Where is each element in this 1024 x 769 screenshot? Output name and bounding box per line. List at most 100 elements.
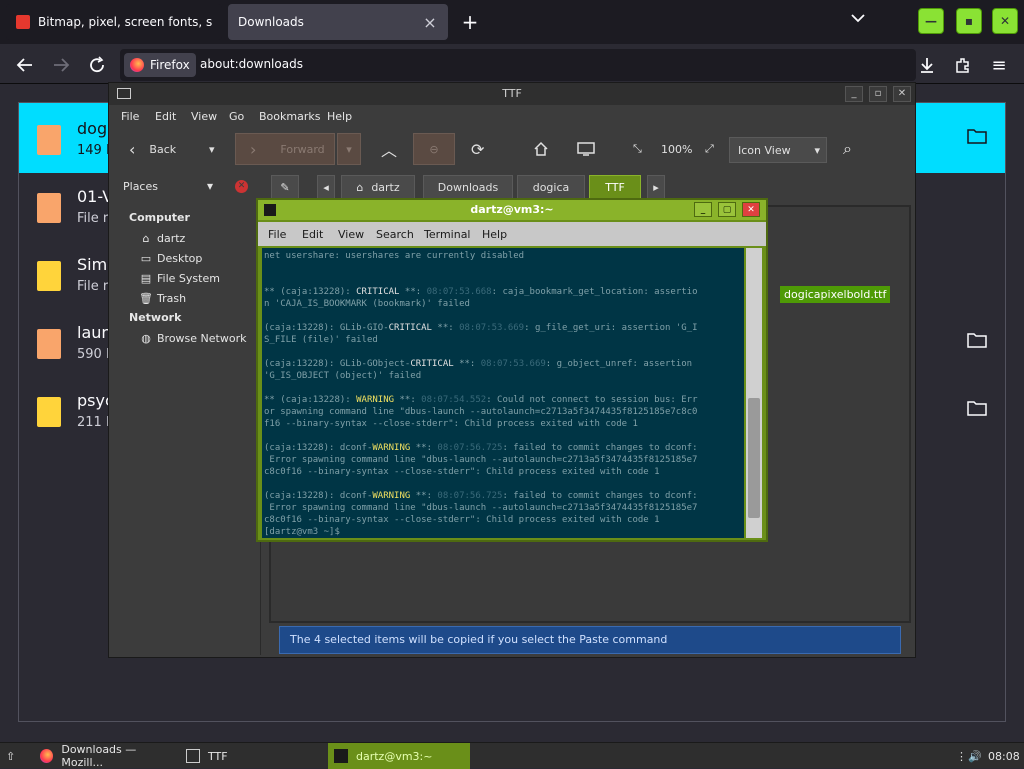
clock[interactable]: 08:08 <box>982 743 1022 769</box>
zoom-out-icon[interactable]: ⤡ <box>633 133 642 165</box>
menu-bookmarks[interactable]: Bookmarks <box>259 110 320 123</box>
tab-downloads[interactable]: Downloads × <box>228 4 448 40</box>
terminal-line: (caja:13228): GLib-GObject-CRITICAL **: … <box>264 359 693 381</box>
chevron-down-icon: ▾ <box>814 143 820 157</box>
breadcrumb-left-arrow[interactable]: ◂ <box>317 175 335 199</box>
sidebar-item-file-system[interactable]: ▤ File System <box>139 269 220 287</box>
close-sidebar-icon[interactable]: ✕ <box>235 180 248 193</box>
breadcrumb-downloads[interactable]: Downloads <box>423 175 513 199</box>
downloads-icon[interactable] <box>914 52 940 78</box>
breadcrumb-right-arrow[interactable]: ▸ <box>647 175 665 199</box>
menu-file[interactable]: File <box>268 228 286 241</box>
firefox-logo-icon <box>130 58 144 72</box>
view-mode-label: Icon View <box>738 143 791 157</box>
close-tab-icon[interactable]: × <box>422 13 438 32</box>
menu-view[interactable]: View <box>191 110 217 123</box>
sidebar-item-dartz[interactable]: ⌂ dartz <box>139 229 186 247</box>
task-label: TTF <box>208 749 228 763</box>
home-icon[interactable] <box>533 133 549 165</box>
menu-search[interactable]: Search <box>376 228 414 241</box>
close-window-button[interactable]: ✕ <box>992 8 1018 34</box>
menu-go[interactable]: Go <box>229 110 244 123</box>
terminal-line: net usershare: usershares are currently … <box>264 251 525 261</box>
terminal-titlebar: dartz@vm3:~ _ ▢ ✕ <box>258 200 766 220</box>
folder-icon[interactable] <box>967 331 987 349</box>
up-arrow-icon[interactable]: ︿ <box>381 133 397 165</box>
folder-icon[interactable] <box>967 127 987 145</box>
browser-tab-bar: Bitmap, pixel, screen fonts, small fo Do… <box>0 0 1024 44</box>
terminal-scrollbar[interactable] <box>746 248 762 538</box>
minimize-button[interactable]: _ <box>694 202 712 217</box>
reload-icon[interactable]: ⟳ <box>471 133 484 165</box>
menu-help[interactable]: Help <box>482 228 507 241</box>
extensions-puzzle-icon[interactable] <box>950 52 976 78</box>
url-bar[interactable]: Firefox about:downloads <box>120 49 916 81</box>
forward-label: Forward <box>280 142 325 156</box>
back-history-dropdown[interactable]: ▾ <box>209 133 215 165</box>
start-menu-icon[interactable]: ⇧ <box>0 743 30 769</box>
tab-bitmap-fonts[interactable]: Bitmap, pixel, screen fonts, small fo <box>6 4 222 40</box>
minimize-button[interactable]: _ <box>845 86 863 102</box>
sidebar-item-label: Desktop <box>157 251 203 265</box>
menu-file[interactable]: File <box>121 110 139 123</box>
close-button[interactable]: ✕ <box>893 86 911 102</box>
places-dropdown-icon[interactable]: ▾ <box>207 179 213 193</box>
task-label: dartz@vm3:~ <box>356 749 433 763</box>
task-label: Downloads — Mozill... <box>61 743 137 769</box>
forward-arrow-icon[interactable] <box>48 52 74 78</box>
file-icon <box>37 397 61 427</box>
minimize-window-button[interactable]: — <box>918 8 944 34</box>
identity-box[interactable]: Firefox <box>124 53 196 77</box>
back-arrow-icon[interactable] <box>12 52 38 78</box>
back-button[interactable]: ‹ Back <box>129 133 176 165</box>
url-text[interactable]: about:downloads <box>200 57 303 71</box>
maximize-button[interactable]: ▢ <box>718 202 736 217</box>
breadcrumb-label: Downloads <box>437 180 499 194</box>
list-all-tabs-icon[interactable] <box>846 12 870 32</box>
terminal-output[interactable]: net usershare: usershares are currently … <box>262 248 744 538</box>
breadcrumb-dogica[interactable]: dogica <box>517 175 585 199</box>
maximize-button[interactable]: ▫ <box>869 86 887 102</box>
view-mode-select[interactable]: Icon View ▾ <box>729 137 827 163</box>
menu-help[interactable]: Help <box>327 110 352 123</box>
folder-icon[interactable] <box>967 399 987 417</box>
terminal-title-text: dartz@vm3:~ <box>470 203 554 216</box>
identity-label: Firefox <box>150 58 190 72</box>
task-firefox[interactable]: Downloads — Mozill... <box>34 743 176 769</box>
sidebar-heading-network: Network <box>129 311 182 324</box>
task-file-manager[interactable]: TTF <box>180 743 326 769</box>
edit-location-icon[interactable]: ✎ <box>271 175 299 199</box>
terminal-menu-bar: File Edit View Search Terminal Help <box>258 222 766 246</box>
terminal-prompt[interactable]: [dartz@vm3 ~]$ <box>264 527 345 537</box>
download-name: dogi <box>77 119 112 138</box>
reload-icon[interactable] <box>84 52 110 78</box>
app-menu-hamburger-icon[interactable]: ≡ <box>986 52 1012 78</box>
window-title: TTF _ ▫ ✕ <box>109 83 915 105</box>
sidebar-item-browse-network[interactable]: ◍ Browse Network <box>139 329 246 347</box>
task-terminal[interactable]: dartz@vm3:~ <box>328 743 470 769</box>
forward-button[interactable]: › Forward <box>235 133 335 165</box>
places-label[interactable]: Places <box>123 180 158 193</box>
search-icon[interactable]: ⌕ <box>843 133 852 165</box>
menu-edit[interactable]: Edit <box>155 110 176 123</box>
forward-arrow-icon: › <box>250 139 257 159</box>
sidebar-item-desktop[interactable]: ▭ Desktop <box>139 249 203 267</box>
new-tab-icon[interactable]: + <box>458 10 482 34</box>
computer-icon[interactable] <box>577 133 595 165</box>
breadcrumb-ttf[interactable]: TTF <box>589 175 641 199</box>
menu-view[interactable]: View <box>338 228 364 241</box>
volume-icon[interactable]: 🔊 <box>962 743 982 769</box>
maximize-window-button[interactable]: ▪ <box>956 8 982 34</box>
stop-icon[interactable]: ⊖ <box>413 133 455 165</box>
scrollbar-thumb[interactable] <box>748 398 760 518</box>
menu-terminal[interactable]: Terminal <box>424 228 471 241</box>
menu-edit[interactable]: Edit <box>302 228 323 241</box>
file-name-label[interactable]: dogicapixelbold.ttf <box>780 286 891 303</box>
close-button[interactable]: ✕ <box>742 202 760 217</box>
breadcrumb-dartz[interactable]: ⌂ dartz <box>341 175 415 199</box>
forward-history-dropdown[interactable]: ▾ <box>337 133 361 165</box>
zoom-level[interactable]: 100% <box>661 133 692 165</box>
terminal-line: (caja:13228): GLib-GIO-CRITICAL **: 08:0… <box>264 323 698 345</box>
sidebar-item-trash[interactable]: 🗑 Trash <box>139 289 186 307</box>
zoom-in-icon[interactable]: ⤢ <box>705 133 714 165</box>
